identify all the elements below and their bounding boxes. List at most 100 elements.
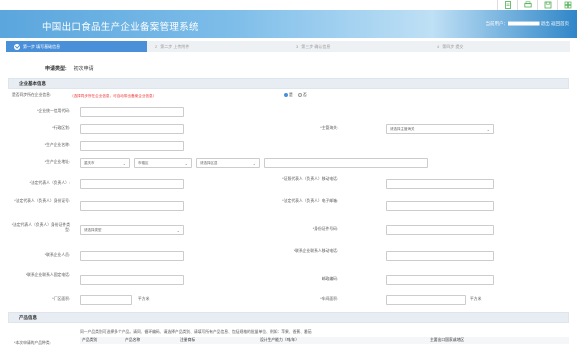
- step-3[interactable]: 3 第三步 确认信息: [288, 41, 429, 52]
- contact-label: *联系企业人员:: [44, 253, 70, 257]
- radio-no-dot: [298, 93, 302, 97]
- id-type-select[interactable]: 请选择类型 ⌄: [80, 225, 184, 235]
- address-row: *生产企业地址: 重庆市 ⌄ 市辖区 ⌄ 请选择区县 ⌄: [8, 157, 569, 169]
- col-name: 产品名称: [125, 338, 141, 342]
- area-row: *厂区面积: 平方米 *车间面积: 平方米: [8, 294, 569, 306]
- product-table-header: 产品类别 产品名称 注册商标 设计生产能力（吨/年） 主要出口国家或地区: [80, 337, 569, 344]
- city-select[interactable]: 市辖区 ⌄: [134, 158, 192, 168]
- chevron-down-icon: ⌄: [486, 127, 490, 132]
- factory-area-label: *厂区面积:: [52, 297, 70, 301]
- sync-note: （选择同步所在企业信息，可自动带出备案企业信息）: [70, 94, 157, 98]
- supervisor-select[interactable]: 请选择主管海关 ⌄: [386, 124, 494, 134]
- build-area-input[interactable]: [386, 295, 466, 305]
- radio-yes-dot: [284, 93, 288, 97]
- section-basic-info: 企业基本信息: [8, 78, 569, 89]
- apply-type-value: 初次申请: [73, 66, 94, 72]
- chevron-down-icon: ⌄: [176, 228, 180, 233]
- contact-phone-input[interactable]: [80, 275, 184, 285]
- supervisor-label: *主管海关:: [320, 126, 338, 130]
- id-type-label: *法定代表人（负责人）身份证件类型:: [11, 223, 70, 232]
- legal-id-row: *法定代表人（负责人）身份证号: *法定代表人（负责人）电子邮箱:: [8, 198, 569, 214]
- col-export-region: 主要出口国家或地区: [430, 338, 465, 342]
- factory-area-input[interactable]: [80, 295, 132, 305]
- product-type-label: *本次申请的产品种类:: [14, 341, 51, 345]
- document-icon[interactable]: [497, 0, 517, 10]
- company-name-label: *生产企业名称:: [44, 143, 70, 147]
- sync-label: 是否同步所在企业信息:: [12, 93, 52, 97]
- step-label: 第二步 上传附件: [160, 43, 190, 49]
- apply-type-label: 申请类型:: [45, 66, 67, 72]
- grid-icon[interactable]: [557, 0, 577, 10]
- company-name-row: *生产企业名称:: [8, 140, 569, 152]
- chevron-down-icon: ⌄: [252, 161, 256, 166]
- postcode-input[interactable]: [386, 275, 494, 285]
- address-label: *生产企业地址:: [44, 160, 70, 164]
- step-number: 2: [155, 44, 158, 49]
- region-row: *行政区划: *主管海关: 请选择主管海关 ⌄: [8, 123, 569, 135]
- step-4[interactable]: 4 第四步 提交: [429, 41, 570, 52]
- product-help-text: 同一产品类别可选择多个产品。请同、循环编码、请选择产品类别、请填写所有产品信息、…: [80, 330, 312, 334]
- step-label: 第三步 确认信息: [301, 43, 331, 49]
- postcode-label: 邮政编码:: [321, 277, 338, 281]
- print-icon[interactable]: [517, 0, 537, 10]
- region-input[interactable]: [80, 124, 184, 134]
- legal-email-input[interactable]: [386, 201, 494, 211]
- apply-type: 申请类型: 初次申请: [45, 65, 94, 72]
- step-label: 第一步 填写基础信息: [23, 43, 61, 49]
- contact-mobile-input[interactable]: [386, 251, 494, 261]
- district-value: 请选择区县: [200, 161, 218, 165]
- id-type-row: *法定代表人（负责人）身份证件类型: 请选择类型 ⌄ *身份证件号码:: [8, 222, 569, 238]
- credit-code-row: *企业统一信用代码:: [8, 106, 569, 118]
- credit-code-input[interactable]: [80, 107, 184, 117]
- step-1[interactable]: 第一步 填写基础信息: [6, 41, 147, 52]
- contact-row: *联系企业人员: *联系企业联系人移动电话:: [8, 248, 569, 264]
- legal-phone-label: *证照代表人（负责人）移动电话:: [282, 177, 338, 181]
- chevron-down-icon: ⌄: [184, 161, 188, 166]
- district-select[interactable]: 请选择区县 ⌄: [196, 158, 260, 168]
- step-progress: 第一步 填写基础信息 2 第二步 上传附件 3 第三步 确认信息 4 第四步 提交: [6, 41, 570, 52]
- step-number: 4: [437, 44, 440, 49]
- check-icon: [14, 43, 20, 50]
- company-name-input[interactable]: [80, 141, 184, 151]
- system-title: 中国出口食品生产企业备案管理系统: [42, 22, 199, 33]
- legal-phone-input[interactable]: [386, 179, 494, 189]
- radio-no-label: 否: [303, 93, 307, 97]
- app-window: 中国出口食品生产企业备案管理系统 当前用户：▇▇▇▇▇▇▇ 退出 返回首页 第一…: [0, 0, 577, 360]
- step-label: 第四步 提交: [442, 43, 464, 49]
- legal-name-row: *法定代表人（负责人）: *证照代表人（负责人）移动电话:: [8, 176, 569, 192]
- col-capacity: 设计生产能力（吨/年）: [260, 338, 300, 342]
- legal-id-input[interactable]: [80, 201, 184, 211]
- step-number: 3: [296, 44, 299, 49]
- user-welcome[interactable]: 当前用户：▇▇▇▇▇▇▇ 退出 返回首页: [486, 21, 570, 27]
- province-select[interactable]: 重庆市 ⌄: [80, 158, 130, 168]
- address-detail-input[interactable]: [264, 158, 428, 168]
- contact-phone-row: *联系企业联系人固定电话: 邮政编码:: [8, 272, 569, 288]
- radio-yes-label: 是: [289, 93, 293, 97]
- supervisor-select-value: 请选择主管海关: [390, 127, 415, 131]
- radio-no[interactable]: 否: [298, 93, 307, 98]
- top-toolbar: [497, 0, 577, 10]
- contact-phone-label: *联系企业联系人固定电话:: [25, 273, 70, 277]
- city-value: 市辖区: [138, 161, 149, 165]
- legal-id-label: *法定代表人（负责人）身份证号:: [14, 199, 70, 203]
- col-category: 产品类别: [82, 338, 98, 342]
- legal-name-label: *法定代表人（负责人）:: [29, 181, 70, 185]
- sync-row: 是否同步所在企业信息: （选择同步所在企业信息，可自动带出备案企业信息） 是 否: [8, 92, 569, 100]
- legal-name-input[interactable]: [80, 179, 184, 189]
- radio-yes[interactable]: 是: [284, 93, 293, 98]
- col-trademark: 注册商标: [180, 338, 196, 342]
- contact-input[interactable]: [80, 251, 184, 261]
- id-no-label: *身份证件号码:: [312, 227, 338, 231]
- province-value: 重庆市: [84, 161, 95, 165]
- credit-code-label: *企业统一信用代码:: [37, 109, 70, 113]
- save-icon[interactable]: [537, 0, 557, 10]
- id-no-input[interactable]: [386, 225, 494, 235]
- factory-area-unit: 平方米: [138, 297, 150, 301]
- legal-email-label: *法定代表人（负责人）电子邮箱:: [282, 199, 338, 203]
- contact-mobile-label: *联系企业联系人移动电话:: [293, 249, 338, 253]
- id-type-value: 请选择类型: [84, 228, 102, 232]
- section-product-info: 产品信息: [8, 312, 569, 323]
- page-header: 中国出口食品生产企业备案管理系统 当前用户：▇▇▇▇▇▇▇ 退出 返回首页: [0, 10, 577, 38]
- region-label: *行政区划:: [52, 126, 70, 130]
- step-2[interactable]: 2 第二步 上传附件: [147, 41, 288, 52]
